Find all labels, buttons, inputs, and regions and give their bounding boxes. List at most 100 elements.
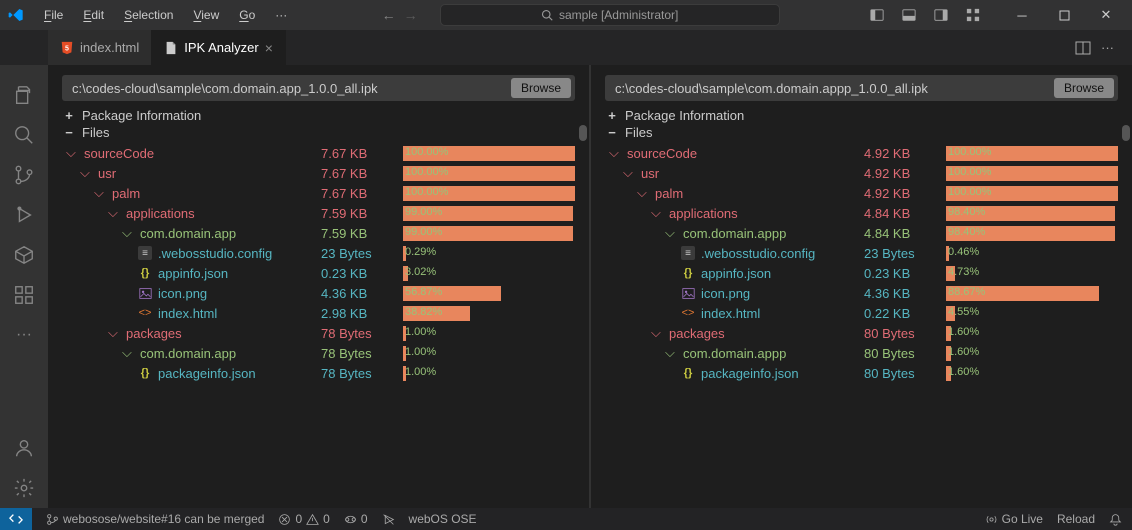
- layout-sidebar-left-icon[interactable]: [866, 6, 888, 24]
- tree-row[interactable]: ≡.webosstudio.config 23 Bytes 0.46%: [605, 243, 1118, 263]
- tree-item-name: appinfo.json: [701, 266, 771, 281]
- tree-row[interactable]: ⌵applications 4.84 KB 98.40%: [605, 203, 1118, 223]
- status-product[interactable]: webOS OSE: [409, 512, 477, 526]
- json-file-icon: {}: [138, 266, 152, 280]
- status-ports[interactable]: 0: [344, 512, 368, 526]
- scrollbar-thumb[interactable]: [579, 125, 587, 141]
- browse-button[interactable]: Browse: [511, 78, 571, 98]
- tree-item-size: 78 Bytes: [321, 346, 403, 361]
- status-bell-icon[interactable]: [1109, 513, 1122, 526]
- status-debug-disabled[interactable]: [382, 513, 395, 526]
- explorer-icon[interactable]: [0, 75, 48, 115]
- tab-index-html[interactable]: 5 index.html: [48, 30, 152, 65]
- menu-file[interactable]: FFileile: [36, 4, 71, 26]
- search-icon[interactable]: [0, 115, 48, 155]
- tree-item-size: 4.84 KB: [864, 226, 946, 241]
- nav-forward-icon[interactable]: →: [404, 7, 418, 23]
- section-package-info[interactable]: +Package Information: [605, 107, 1118, 124]
- tree-row[interactable]: icon.png 4.36 KB 88.67%: [605, 283, 1118, 303]
- tree-row[interactable]: icon.png 4.36 KB 56.87%: [62, 283, 575, 303]
- tree-row[interactable]: {}appinfo.json 0.23 KB 4.73%: [605, 263, 1118, 283]
- source-control-icon[interactable]: [0, 155, 48, 195]
- scrollbar-thumb[interactable]: [1122, 125, 1130, 141]
- more-actions-icon[interactable]: ···: [1101, 40, 1114, 56]
- box-icon[interactable]: [0, 235, 48, 275]
- tree-item-name: applications: [126, 206, 195, 221]
- tree-row[interactable]: ⌵applications 7.59 KB 99.00%: [62, 203, 575, 223]
- tree-item-name: palm: [655, 186, 683, 201]
- window-maximize[interactable]: [1046, 1, 1082, 29]
- tree-item-pct: 100.00%: [405, 145, 448, 160]
- tree-item-pct: 100.00%: [405, 185, 448, 200]
- overflow-icon[interactable]: ···: [0, 315, 48, 355]
- close-icon[interactable]: ×: [265, 40, 273, 56]
- tree-row[interactable]: ⌵packages 80 Bytes 1.60%: [605, 323, 1118, 343]
- menu-view[interactable]: View: [185, 4, 227, 26]
- menu-go[interactable]: Go: [231, 4, 263, 26]
- section-files[interactable]: −Files: [62, 124, 575, 141]
- tree-row[interactable]: ⌵com.domain.app 78 Bytes 1.00%: [62, 343, 575, 363]
- menu-more[interactable]: ···: [267, 4, 295, 26]
- tree-row[interactable]: ⌵packages 78 Bytes 1.00%: [62, 323, 575, 343]
- section-files[interactable]: −Files: [605, 124, 1118, 141]
- tab-ipk-analyzer[interactable]: IPK Analyzer ×: [152, 30, 286, 65]
- tree-row[interactable]: ⌵com.domain.appp 4.84 KB 98.40%: [605, 223, 1118, 243]
- tree-row[interactable]: ⌵palm 4.92 KB 100.00%: [605, 183, 1118, 203]
- layout-panel-icon[interactable]: [898, 6, 920, 24]
- html-file-icon: <>: [138, 306, 152, 320]
- chevron-down-icon: ⌵: [122, 225, 134, 241]
- image-file-icon: [138, 286, 152, 300]
- section-package-info[interactable]: +Package Information: [62, 107, 575, 124]
- tree-row[interactable]: {}packageinfo.json 80 Bytes 1.60%: [605, 363, 1118, 383]
- status-golive[interactable]: Go Live: [985, 512, 1043, 526]
- analyzer-pane-right: c:\codes-cloud\sample\com.domain.appp_1.…: [591, 65, 1132, 508]
- status-merge[interactable]: webosose/website#16 can be merged: [46, 512, 264, 526]
- tree-item-name: packages: [669, 326, 725, 341]
- tree-item-size: 4.92 KB: [864, 186, 946, 201]
- tree-row[interactable]: ⌵com.domain.app 7.59 KB 99.00%: [62, 223, 575, 243]
- tree-row[interactable]: ⌵palm 7.67 KB 100.00%: [62, 183, 575, 203]
- tree-item-size: 4.36 KB: [864, 286, 946, 301]
- chevron-down-icon: ⌵: [623, 165, 635, 181]
- tree-item-name: packageinfo.json: [701, 366, 799, 381]
- chevron-down-icon: ⌵: [651, 205, 663, 221]
- tree-row[interactable]: ≡.webosstudio.config 23 Bytes 0.29%: [62, 243, 575, 263]
- json-file-icon: {}: [681, 266, 695, 280]
- customize-layout-icon[interactable]: [962, 6, 984, 24]
- menu-selection[interactable]: Selection: [116, 4, 181, 26]
- tree-item-name: sourceCode: [84, 146, 154, 161]
- tree-row[interactable]: ⌵sourceCode 4.92 KB 100.00%: [605, 143, 1118, 163]
- tree-item-pct: 98.40%: [948, 205, 985, 220]
- extensions-icon[interactable]: [0, 275, 48, 315]
- window-minimize[interactable]: ─: [1004, 1, 1040, 29]
- window-close[interactable]: ✕: [1088, 1, 1124, 29]
- split-editor-icon[interactable]: [1075, 40, 1091, 56]
- menu-edit[interactable]: Edit: [75, 4, 112, 26]
- tree-row[interactable]: ⌵sourceCode 7.67 KB 100.00%: [62, 143, 575, 163]
- tree-item-name: com.domain.app: [140, 346, 236, 361]
- tree-row[interactable]: {}appinfo.json 0.23 KB 3.02%: [62, 263, 575, 283]
- settings-gear-icon[interactable]: [0, 468, 48, 508]
- remote-button[interactable]: [0, 508, 32, 530]
- browse-button[interactable]: Browse: [1054, 78, 1114, 98]
- tree-row[interactable]: ⌵usr 4.92 KB 100.00%: [605, 163, 1118, 183]
- tree-row[interactable]: <>index.html 0.22 KB 4.55%: [605, 303, 1118, 323]
- tree-item-pct: 4.73%: [948, 265, 979, 280]
- nav-back-icon[interactable]: ←: [382, 7, 396, 23]
- command-center-search[interactable]: sample [Administrator]: [440, 4, 780, 26]
- tree-row[interactable]: {}packageinfo.json 78 Bytes 1.00%: [62, 363, 575, 383]
- tree-item-pct: 88.67%: [948, 285, 985, 300]
- tree-row[interactable]: ⌵usr 7.67 KB 100.00%: [62, 163, 575, 183]
- layout-sidebar-right-icon[interactable]: [930, 6, 952, 24]
- tree-item-pct: 100.00%: [405, 165, 448, 180]
- accounts-icon[interactable]: [0, 428, 48, 468]
- tree-item-name: sourceCode: [627, 146, 697, 161]
- tree-item-name: appinfo.json: [158, 266, 228, 281]
- tree-row[interactable]: ⌵com.domain.appp 80 Bytes 1.60%: [605, 343, 1118, 363]
- status-problems[interactable]: 0 0: [278, 512, 329, 526]
- debug-icon[interactable]: [0, 195, 48, 235]
- tree-item-pct: 100.00%: [948, 185, 991, 200]
- status-bar: webosose/website#16 can be merged 0 0 0 …: [0, 508, 1132, 530]
- status-reload[interactable]: Reload: [1057, 512, 1095, 526]
- tree-row[interactable]: <>index.html 2.98 KB 38.82%: [62, 303, 575, 323]
